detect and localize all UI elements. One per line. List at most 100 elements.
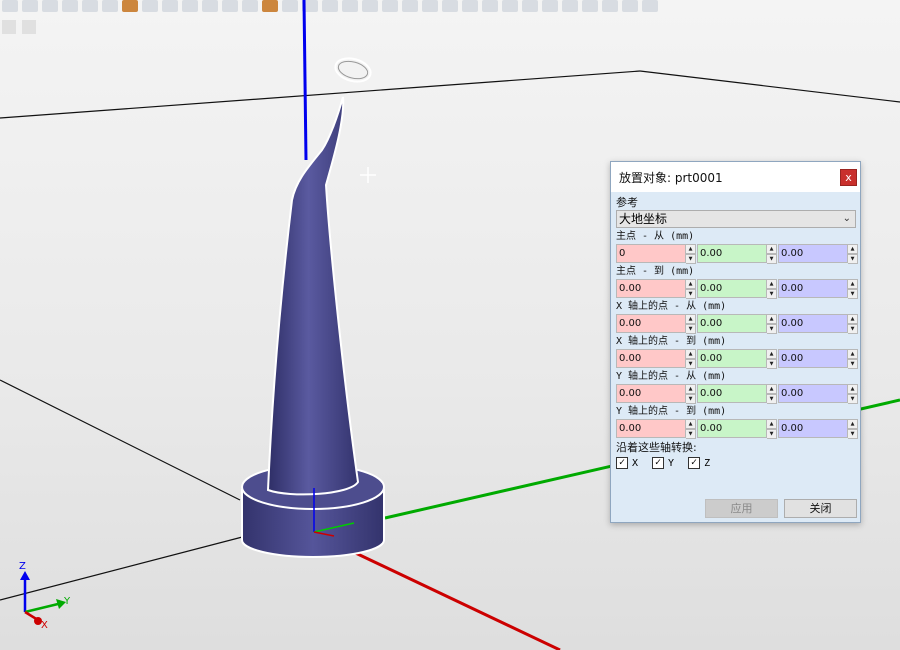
main-point-to-y-input[interactable] [697, 279, 767, 298]
triad-z-label: Z [19, 561, 26, 572]
spin-up-icon[interactable]: ▲ [767, 244, 777, 254]
spin-up-icon[interactable]: ▲ [686, 349, 696, 359]
triad-x-label: X [41, 620, 48, 631]
apply-button[interactable]: 应用 [705, 499, 778, 518]
spin-down-icon[interactable]: ▼ [767, 394, 777, 404]
x-spinbox: ▲▼ [616, 314, 696, 334]
z-spinbox: ▲▼ [778, 279, 858, 299]
reference-select[interactable]: 大地坐标 ⌄ [616, 210, 856, 228]
close-icon[interactable]: x [840, 169, 857, 186]
x-axis-point-to-row: ▲▼▲▼▲▼ [616, 349, 858, 369]
x-axis-point-from-y-input[interactable] [697, 314, 767, 333]
x-axis-checkbox[interactable]: ✓ X [616, 457, 638, 469]
spin-up-icon[interactable]: ▲ [686, 384, 696, 394]
spin-up-icon[interactable]: ▲ [848, 314, 858, 324]
spin-up-icon[interactable]: ▲ [767, 384, 777, 394]
spin-arrows: ▲ ▼ [767, 279, 777, 299]
main-point-from-y-input[interactable] [697, 244, 767, 263]
x-axis-point-from-z-input[interactable] [778, 314, 848, 333]
spin-up-icon[interactable]: ▲ [848, 279, 858, 289]
x-axis-point-from-x-input[interactable] [616, 314, 686, 333]
spin-down-icon[interactable]: ▼ [686, 359, 696, 369]
spin-arrows: ▲ ▼ [848, 244, 858, 264]
spin-arrows: ▲ ▼ [767, 384, 777, 404]
x-axis-point-to-label: X 轴上的点 - 到 (mm) [616, 336, 727, 347]
spin-down-icon[interactable]: ▼ [686, 429, 696, 439]
spin-arrows: ▲ ▼ [848, 279, 858, 299]
spin-down-icon[interactable]: ▼ [848, 359, 858, 369]
spin-up-icon[interactable]: ▲ [767, 279, 777, 289]
spin-up-icon[interactable]: ▲ [686, 244, 696, 254]
spin-up-icon[interactable]: ▲ [848, 384, 858, 394]
spin-down-icon[interactable]: ▼ [767, 289, 777, 299]
y-axis-point-from-z-input[interactable] [778, 384, 848, 403]
spin-down-icon[interactable]: ▼ [848, 289, 858, 299]
spin-arrows: ▲ ▼ [686, 384, 696, 404]
spin-up-icon[interactable]: ▲ [848, 349, 858, 359]
spin-up-icon[interactable]: ▲ [686, 419, 696, 429]
z-axis-line [302, 0, 308, 161]
y-axis-point-from-x-input[interactable] [616, 384, 686, 403]
y-axis-point-to-y-input[interactable] [697, 419, 767, 438]
spin-down-icon[interactable]: ▼ [686, 289, 696, 299]
model-part[interactable] [241, 96, 385, 558]
triad-y-label: Y [63, 596, 71, 607]
y-spinbox: ▲▼ [697, 279, 777, 299]
spin-down-icon[interactable]: ▼ [848, 394, 858, 404]
spin-up-icon[interactable]: ▲ [767, 314, 777, 324]
checkbox-label: Y [668, 457, 675, 469]
z-spinbox: ▲▼ [778, 349, 858, 369]
main-point-from-z-input[interactable] [778, 244, 848, 263]
spin-up-icon[interactable]: ▲ [848, 419, 858, 429]
spin-arrows: ▲ ▼ [686, 419, 696, 439]
main-point-to-row: ▲▼▲▼▲▼ [616, 279, 858, 299]
spin-arrows: ▲ ▼ [767, 244, 777, 264]
z-spinbox: ▲▼ [778, 419, 858, 439]
y-axis-point-to-z-input[interactable] [778, 419, 848, 438]
x-spinbox: ▲▼ [616, 419, 696, 439]
spin-down-icon[interactable]: ▼ [767, 359, 777, 369]
spin-up-icon[interactable]: ▲ [767, 419, 777, 429]
close-button[interactable]: 关闭 [784, 499, 857, 518]
y-axis-point-to-x-input[interactable] [616, 419, 686, 438]
spin-down-icon[interactable]: ▼ [686, 324, 696, 334]
dialog-titlebar[interactable]: 放置对象: prt0001 x [611, 162, 860, 192]
spin-down-icon[interactable]: ▼ [767, 429, 777, 439]
x-axis-point-from-label: X 轴上的点 - 从 (mm) [616, 301, 727, 312]
spin-arrows: ▲ ▼ [767, 419, 777, 439]
spin-down-icon[interactable]: ▼ [848, 324, 858, 334]
z-axis-checkbox[interactable]: ✓ Z [688, 457, 710, 469]
horn-cone [266, 96, 360, 496]
y-axis-point-from-label: Y 轴上的点 - 从 (mm) [616, 371, 727, 382]
spin-arrows: ▲ ▼ [686, 244, 696, 264]
spin-arrows: ▲ ▼ [686, 279, 696, 299]
spin-down-icon[interactable]: ▼ [686, 394, 696, 404]
chevron-down-icon: ⌄ [842, 213, 851, 224]
main-point-to-x-input[interactable] [616, 279, 686, 298]
main-point-to-z-input[interactable] [778, 279, 848, 298]
main-point-from-x-input[interactable] [616, 244, 686, 263]
spin-up-icon[interactable]: ▲ [686, 314, 696, 324]
y-axis-point-from-row: ▲▼▲▼▲▼ [616, 384, 858, 404]
checkbox-box[interactable]: ✓ [688, 457, 701, 469]
transform-axes-label: 沿着这些轴转换: [616, 441, 697, 454]
spin-up-icon[interactable]: ▲ [686, 279, 696, 289]
x-axis-point-to-x-input[interactable] [616, 349, 686, 368]
spin-up-icon[interactable]: ▲ [848, 244, 858, 254]
checkbox-box[interactable]: ✓ [652, 457, 665, 469]
y-axis-checkbox[interactable]: ✓ Y [652, 457, 674, 469]
spin-down-icon[interactable]: ▼ [686, 254, 696, 264]
spin-down-icon[interactable]: ▼ [848, 254, 858, 264]
checkbox-label: X [632, 457, 639, 469]
spin-up-icon[interactable]: ▲ [767, 349, 777, 359]
x-axis-point-to-y-input[interactable] [697, 349, 767, 368]
spin-down-icon[interactable]: ▼ [767, 324, 777, 334]
y-spinbox: ▲▼ [697, 244, 777, 264]
main-point-from-label: 主点 - 从 (mm) [616, 231, 695, 242]
spin-down-icon[interactable]: ▼ [767, 254, 777, 264]
spin-down-icon[interactable]: ▼ [848, 429, 858, 439]
checkbox-box[interactable]: ✓ [616, 457, 628, 469]
y-axis-point-from-y-input[interactable] [697, 384, 767, 403]
x-axis-point-to-z-input[interactable] [778, 349, 848, 368]
view-triad: Z Y X [19, 561, 71, 631]
